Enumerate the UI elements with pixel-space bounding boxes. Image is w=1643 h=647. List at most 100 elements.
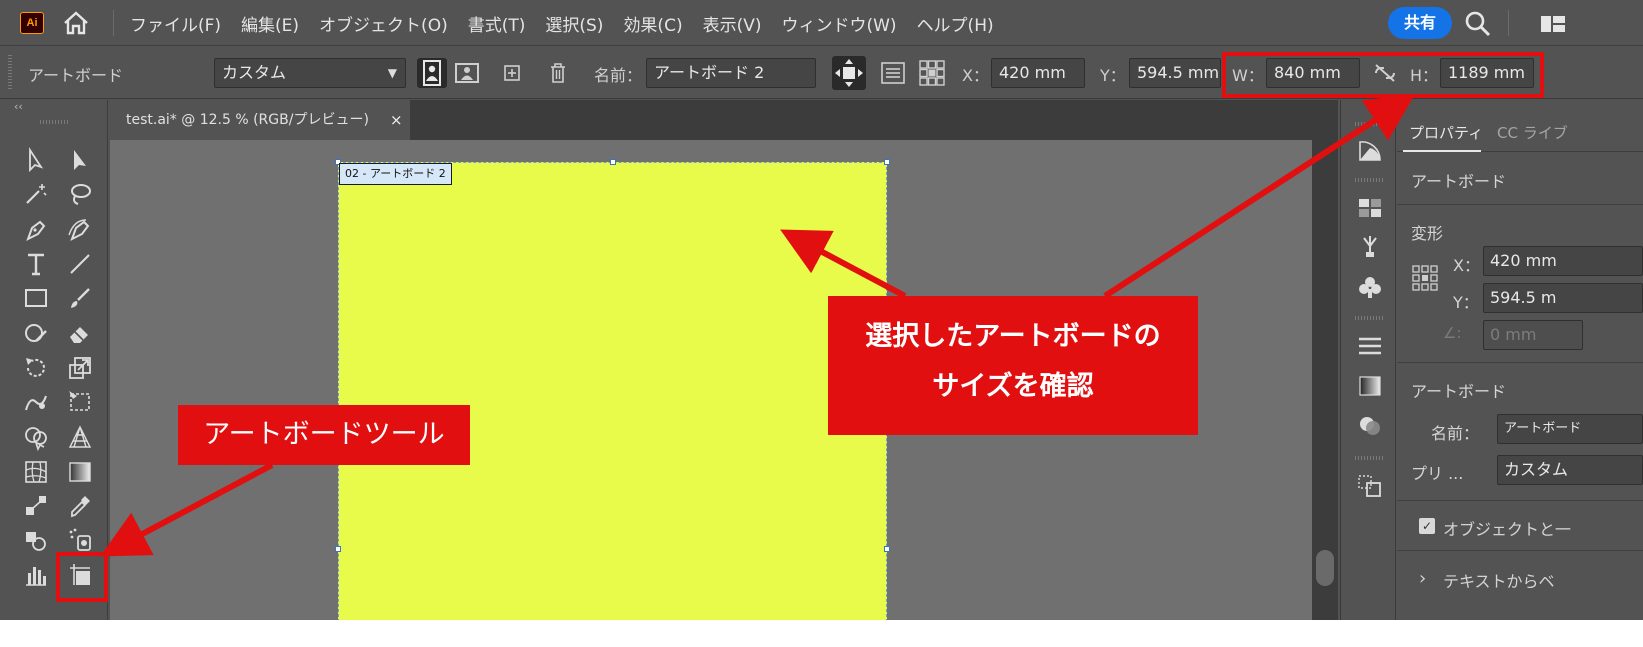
app-logo: Ai	[20, 12, 44, 34]
transform-x-input[interactable]: 420 mm	[1483, 246, 1643, 276]
stroke-icon[interactable]	[1357, 334, 1383, 358]
move-with-artboard-button[interactable]	[832, 56, 866, 90]
size-check-callout: 選択したアートボードの サイズを確認	[828, 296, 1198, 435]
menu-effect[interactable]: 効果(C)	[623, 11, 682, 36]
gradient-panel-icon[interactable]	[1357, 374, 1383, 398]
symbol-sprayer-tool[interactable]	[66, 526, 94, 554]
pen-tool[interactable]	[22, 215, 50, 243]
selection-tool[interactable]	[22, 146, 50, 174]
reference-point-icon[interactable]	[1411, 264, 1439, 292]
callout-tool-text: アートボードツール	[203, 419, 445, 450]
curvature-tool[interactable]	[66, 215, 94, 243]
graph-tool[interactable]	[22, 561, 50, 589]
eraser-tool[interactable]	[66, 319, 94, 347]
perspective-grid-tool[interactable]	[66, 423, 94, 451]
lasso-tool[interactable]	[66, 180, 94, 208]
eyedropper-tool[interactable]	[66, 492, 94, 520]
strip-grip[interactable]	[1355, 316, 1383, 320]
preset-select[interactable]: カスタム ▼	[214, 58, 406, 88]
artboard-handle-top-right[interactable]	[884, 159, 890, 165]
menu-bar: Ai ファイル(F) 編集(E) オブジェクト(O) 書式(T) 選択(S) 効…	[0, 0, 1643, 46]
artboard-handle-middle-left[interactable]	[335, 546, 341, 552]
swatches-icon[interactable]	[1357, 196, 1383, 220]
free-transform-tool[interactable]	[66, 388, 94, 416]
menu-edit[interactable]: 編集(E)	[241, 11, 299, 36]
artboard-handle-middle-right[interactable]	[884, 546, 890, 552]
scrollbar-thumb[interactable]	[1316, 550, 1334, 586]
mesh-tool[interactable]	[22, 458, 50, 486]
control-bar-title: アートボード	[28, 66, 124, 85]
magic-wand-tool[interactable]	[22, 180, 50, 208]
share-button[interactable]: 共有	[1388, 7, 1452, 39]
shape-builder-tool[interactable]	[22, 423, 50, 451]
portrait-button[interactable]	[417, 58, 447, 88]
color-guide-icon[interactable]	[1357, 138, 1383, 162]
menu-file[interactable]: ファイル(F)	[130, 11, 221, 36]
collapse-toolbar-button[interactable]: ‹‹	[14, 100, 23, 113]
menu-select[interactable]: 選択(S)	[545, 11, 603, 36]
artboard[interactable]	[338, 162, 887, 620]
gradient-tool[interactable]	[66, 458, 94, 486]
paintbrush-tool[interactable]	[66, 284, 94, 312]
artboard-options-button[interactable]	[878, 58, 908, 88]
menu-view[interactable]: 表示(V)	[703, 11, 762, 36]
strip-grip[interactable]	[1355, 122, 1383, 126]
brushes-icon[interactable]	[1357, 234, 1383, 258]
artboards-icon[interactable]	[1357, 474, 1383, 498]
document-tab-bar: test.ai* @ 12.5 % (RGB/プレビュー) ×	[110, 100, 1338, 140]
document-tab[interactable]: test.ai* @ 12.5 % (RGB/プレビュー)	[110, 100, 410, 140]
landscape-button[interactable]	[452, 58, 482, 88]
y-input[interactable]: 594.5 mm	[1129, 58, 1221, 88]
live-paint-tool[interactable]	[22, 526, 50, 554]
y-label: Y：	[1100, 66, 1126, 85]
reference-point-button[interactable]	[917, 58, 947, 88]
delete-artboard-button[interactable]	[543, 58, 573, 88]
chevron-right-icon[interactable]: ›	[1419, 568, 1426, 589]
angle-input[interactable]: 0 mm	[1483, 320, 1583, 350]
workspace-layout-icon[interactable]	[1540, 14, 1566, 34]
move-artwork-checkbox[interactable]: ✓	[1419, 518, 1435, 534]
direct-selection-tool[interactable]	[66, 146, 94, 174]
warp-tool[interactable]	[22, 388, 50, 416]
menu-window[interactable]: ウィンドウ(W)	[781, 11, 896, 36]
menu-help[interactable]: ヘルプ(H)	[917, 11, 994, 36]
rotate-tool[interactable]	[22, 354, 50, 382]
strip-grip[interactable]	[1355, 178, 1383, 182]
strip-grip[interactable]	[1355, 456, 1383, 460]
menu-divider-right	[1508, 10, 1509, 36]
preset-label: プリ ...	[1411, 464, 1464, 483]
text-to-vector-label[interactable]: テキストからベ	[1443, 568, 1555, 592]
search-icon[interactable]	[1464, 10, 1492, 38]
menu-object[interactable]: オブジェクト(O)	[319, 11, 448, 36]
symbols-icon[interactable]	[1357, 275, 1383, 299]
menu-items: ファイル(F) 編集(E) オブジェクト(O) 書式(T) 選択(S) 効果(C…	[130, 0, 1014, 46]
vertical-scrollbar[interactable]	[1312, 140, 1338, 620]
shaper-tool[interactable]	[22, 319, 50, 347]
tab-properties[interactable]: プロパティ	[1409, 122, 1483, 143]
tab-cc-libraries[interactable]: CC ライブ	[1497, 122, 1568, 143]
artboard-handle-top-middle[interactable]	[610, 159, 616, 165]
menu-type[interactable]: 書式(T)	[468, 11, 526, 36]
control-bar-grip[interactable]	[8, 55, 12, 91]
scale-tool[interactable]	[66, 354, 94, 382]
rectangle-tool[interactable]	[22, 284, 50, 312]
new-artboard-button[interactable]	[497, 58, 527, 88]
artboard-name-input[interactable]: アートボード 2	[646, 58, 816, 88]
home-icon[interactable]	[63, 11, 89, 35]
x-input[interactable]: 420 mm	[991, 58, 1085, 88]
angle-icon: ∠:	[1443, 324, 1462, 342]
transform-y-input[interactable]: 594.5 m	[1483, 283, 1643, 313]
close-icon[interactable]: ×	[390, 100, 403, 140]
type-tool[interactable]	[22, 250, 50, 278]
divider	[1397, 550, 1643, 551]
toolbar-grip[interactable]	[40, 120, 70, 124]
artboard-label: 02 - アートボード 2	[339, 163, 452, 185]
portrait-icon	[423, 60, 441, 86]
transparency-icon[interactable]	[1357, 414, 1383, 438]
artboard-tool-highlight-box	[56, 552, 108, 602]
transform-heading: 変形	[1411, 224, 1444, 243]
artboard-name-field[interactable]: アートボード	[1497, 414, 1643, 444]
blend-tool[interactable]	[22, 492, 50, 520]
line-segment-tool[interactable]	[66, 250, 94, 278]
preset-dropdown[interactable]: カスタム	[1497, 455, 1643, 485]
